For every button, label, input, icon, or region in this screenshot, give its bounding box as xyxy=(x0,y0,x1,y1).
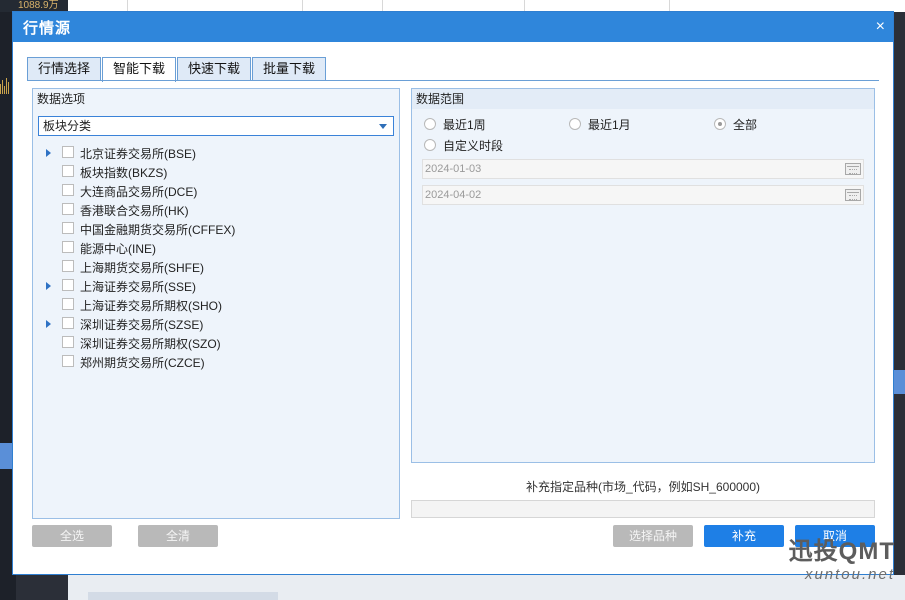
tree-item-sse[interactable]: 上海证券交易所(SSE) xyxy=(33,276,399,295)
checkbox[interactable] xyxy=(62,336,74,348)
checkbox[interactable] xyxy=(62,184,74,196)
checkbox[interactable] xyxy=(62,279,74,291)
tree-item-label: 上海证券交易所(SSE) xyxy=(80,280,197,294)
tree-item-label: 深圳证券交易所(SZSE) xyxy=(80,318,204,332)
supplement-button[interactable]: 补充 xyxy=(704,525,784,547)
dialog-title: 行情源 xyxy=(23,19,72,37)
tree-item-label: 板块指数(BKZS) xyxy=(80,166,168,180)
tab-market-select[interactable]: 行情选择 xyxy=(27,57,102,81)
market-source-dialog: 行情源 × 行情选择 智能下载 快速下载 批量下载 数据选项 板块分类 北京证券… xyxy=(12,11,894,575)
watermark-logo: 迅投QMT xuntou.net xyxy=(775,538,895,584)
tree-item-ine[interactable]: 能源中心(INE) xyxy=(33,238,399,257)
category-dropdown-value: 板块分类 xyxy=(43,119,92,133)
start-date-field[interactable]: 2024-01-03 xyxy=(422,159,864,179)
select-variety-button[interactable]: 选择品种 xyxy=(613,525,693,547)
tree-item-dce[interactable]: 大连商品交易所(DCE) xyxy=(33,181,399,200)
tree-item-cffex[interactable]: 中国金融期货交易所(CFFEX) xyxy=(33,219,399,238)
checkbox[interactable] xyxy=(62,146,74,158)
tree-item-sho[interactable]: 上海证券交易所期权(SHO) xyxy=(33,295,399,314)
radio-button[interactable] xyxy=(424,118,436,130)
tree-item-label: 上海期货交易所(SHFE) xyxy=(80,261,204,275)
end-date-value: 2024-04-02 xyxy=(425,189,482,201)
tree-item-label: 香港联合交易所(HK) xyxy=(80,204,189,218)
tab-bar: 行情选择 智能下载 快速下载 批量下载 xyxy=(27,57,327,82)
data-range-panel: 数据范围 最近1周 最近1月 全部 自定义时段 2024-01-03 2024-… xyxy=(411,88,875,463)
tree-item-label: 大连商品交易所(DCE) xyxy=(80,185,198,199)
watermark-main: 迅投QMT xyxy=(788,538,895,565)
checkbox[interactable] xyxy=(62,203,74,215)
tree-item-label: 中国金融期货交易所(CFFEX) xyxy=(80,223,236,237)
tree-item-bse[interactable]: 北京证券交易所(BSE) xyxy=(33,143,399,162)
tree-item-label: 上海证券交易所期权(SHO) xyxy=(80,299,222,313)
checkbox[interactable] xyxy=(62,317,74,329)
tree-item-czce[interactable]: 郑州期货交易所(CZCE) xyxy=(33,352,399,371)
close-icon[interactable]: × xyxy=(876,19,885,35)
select-all-button[interactable]: 全选 xyxy=(32,525,112,547)
checkbox[interactable] xyxy=(62,222,74,234)
tree-item-label: 深圳证券交易所期权(SZO) xyxy=(80,337,221,351)
checkbox[interactable] xyxy=(62,355,74,367)
expand-arrow-icon[interactable] xyxy=(46,320,51,328)
chevron-down-icon xyxy=(379,124,387,129)
expand-arrow-icon[interactable] xyxy=(46,282,51,290)
radio-button-selected[interactable] xyxy=(714,118,726,130)
radio-label: 自定义时段 xyxy=(443,138,504,153)
data-options-panel: 数据选项 板块分类 北京证券交易所(BSE) 板块指数(BKZS) 大连商品交易… xyxy=(32,88,400,519)
radio-button[interactable] xyxy=(569,118,581,130)
checkbox[interactable] xyxy=(62,165,74,177)
checkbox[interactable] xyxy=(62,241,74,253)
tab-quick-download[interactable]: 快速下载 xyxy=(177,57,252,81)
data-range-title: 数据范围 xyxy=(412,89,874,109)
tree-item-bkzs[interactable]: 板块指数(BKZS) xyxy=(33,162,399,181)
category-dropdown[interactable]: 板块分类 xyxy=(38,116,394,136)
background-highlight xyxy=(893,370,905,394)
radio-last-week[interactable]: 最近1周 xyxy=(424,115,486,133)
tree-item-label: 郑州期货交易所(CZCE) xyxy=(80,356,205,370)
tree-item-hk[interactable]: 香港联合交易所(HK) xyxy=(33,200,399,219)
tree-item-label: 能源中心(INE) xyxy=(80,242,156,256)
start-date-value: 2024-01-03 xyxy=(425,163,482,175)
radio-label: 最近1月 xyxy=(588,117,631,132)
market-tree: 北京证券交易所(BSE) 板块指数(BKZS) 大连商品交易所(DCE) 香港联… xyxy=(33,143,399,371)
watermark-sub: xuntou.net xyxy=(804,566,895,583)
background-scrollbar xyxy=(88,592,278,600)
dialog-titlebar: 行情源 × xyxy=(13,12,893,42)
supplement-input[interactable] xyxy=(411,500,875,518)
radio-all[interactable]: 全部 xyxy=(714,115,757,133)
calendar-icon[interactable] xyxy=(845,163,861,175)
radio-label: 最近1周 xyxy=(443,117,486,132)
supplement-label: 补充指定品种(市场_代码，例如SH_600000) xyxy=(525,480,761,494)
radio-custom-period[interactable]: 自定义时段 xyxy=(424,136,503,154)
checkbox[interactable] xyxy=(62,260,74,272)
expand-arrow-icon[interactable] xyxy=(46,149,51,157)
checkbox[interactable] xyxy=(62,298,74,310)
radio-last-month[interactable]: 最近1月 xyxy=(569,115,631,133)
tree-item-label: 北京证券交易所(BSE) xyxy=(80,147,197,161)
data-options-title: 数据选项 xyxy=(37,92,86,106)
calendar-icon[interactable] xyxy=(845,189,861,201)
end-date-field[interactable]: 2024-04-02 xyxy=(422,185,864,205)
radio-label: 全部 xyxy=(733,117,758,132)
tab-smart-download[interactable]: 智能下载 xyxy=(102,57,177,82)
tree-item-shfe[interactable]: 上海期货交易所(SHFE) xyxy=(33,257,399,276)
clear-all-button[interactable]: 全清 xyxy=(138,525,218,547)
tree-item-szo[interactable]: 深圳证券交易所期权(SZO) xyxy=(33,333,399,352)
background-highlight xyxy=(0,443,12,469)
radio-button[interactable] xyxy=(424,139,436,151)
tab-divider xyxy=(27,80,879,81)
tab-batch-download[interactable]: 批量下载 xyxy=(252,57,327,81)
tree-item-szse[interactable]: 深圳证券交易所(SZSE) xyxy=(33,314,399,333)
